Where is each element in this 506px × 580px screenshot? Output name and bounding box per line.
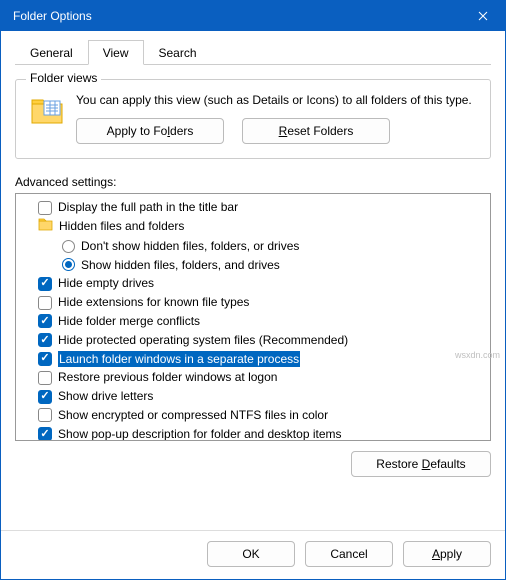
folder-views-group: Folder views You can apply thi (15, 79, 491, 159)
item-label: Hide empty drives (58, 275, 154, 292)
restore-defaults-button[interactable]: Restore Defaults (351, 451, 491, 477)
advanced-item-9[interactable]: Restore previous folder windows at logon (18, 368, 488, 387)
advanced-item-8[interactable]: Launch folder windows in a separate proc… (18, 350, 488, 369)
advanced-item-0[interactable]: Display the full path in the title bar (18, 198, 488, 217)
item-label: Show pop-up description for folder and d… (58, 426, 342, 441)
reset-folders-button[interactable]: Reset Folders (242, 118, 390, 144)
item-label: Hidden files and folders (59, 218, 184, 235)
window-title: Folder Options (13, 9, 92, 23)
apply-to-folders-button[interactable]: Apply to Folders (76, 118, 224, 144)
item-label: Hide extensions for known file types (58, 294, 249, 311)
advanced-item-3[interactable]: Show hidden files, folders, and drives (18, 256, 488, 275)
advanced-item-7[interactable]: Hide protected operating system files (R… (18, 331, 488, 350)
folder-options-window: Folder Options General View Search Folde… (0, 0, 506, 580)
item-label: Restore previous folder windows at logon (58, 369, 277, 386)
advanced-item-6[interactable]: Hide folder merge conflicts (18, 312, 488, 331)
tab-general[interactable]: General (15, 40, 88, 65)
checkbox-icon[interactable] (38, 352, 52, 366)
checkbox-icon[interactable] (38, 390, 52, 404)
folder-views-row: You can apply this view (such as Details… (30, 92, 476, 144)
item-label: Display the full path in the title bar (58, 199, 238, 216)
content-area: General View Search Folder views (1, 31, 505, 530)
advanced-item-12[interactable]: Show pop-up description for folder and d… (18, 425, 488, 441)
advanced-item-4[interactable]: Hide empty drives (18, 274, 488, 293)
item-label: Show hidden files, folders, and drives (81, 257, 280, 274)
cancel-button[interactable]: Cancel (305, 541, 393, 567)
checkbox-icon[interactable] (38, 333, 52, 347)
folder-icon (30, 96, 64, 126)
checkbox-icon[interactable] (38, 314, 52, 328)
tab-search[interactable]: Search (144, 40, 212, 65)
advanced-item-10[interactable]: Show drive letters (18, 387, 488, 406)
item-label: Show drive letters (58, 388, 153, 405)
checkbox-icon[interactable] (38, 277, 52, 291)
advanced-settings-label: Advanced settings: (15, 175, 491, 189)
checkbox-icon[interactable] (38, 408, 52, 422)
titlebar: Folder Options (1, 1, 505, 31)
radio-icon[interactable] (62, 240, 75, 253)
folder-views-description: You can apply this view (such as Details… (76, 92, 476, 108)
close-icon (478, 11, 488, 21)
advanced-item-1: Hidden files and folders (18, 217, 488, 237)
item-label: Don't show hidden files, folders, or dri… (81, 238, 299, 255)
radio-icon[interactable] (62, 258, 75, 271)
tab-view[interactable]: View (88, 40, 144, 65)
ok-button[interactable]: OK (207, 541, 295, 567)
advanced-item-2[interactable]: Don't show hidden files, folders, or dri… (18, 237, 488, 256)
apply-button[interactable]: Apply (403, 541, 491, 567)
checkbox-icon[interactable] (38, 296, 52, 310)
item-label: Hide protected operating system files (R… (58, 332, 348, 349)
item-label: Show encrypted or compressed NTFS files … (58, 407, 328, 424)
advanced-item-11[interactable]: Show encrypted or compressed NTFS files … (18, 406, 488, 425)
close-button[interactable] (461, 1, 505, 31)
advanced-item-5[interactable]: Hide extensions for known file types (18, 293, 488, 312)
advanced-settings-list[interactable]: Display the full path in the title bar Hi… (15, 193, 491, 441)
item-label: Launch folder windows in a separate proc… (58, 351, 300, 368)
folder-views-label: Folder views (26, 71, 101, 85)
item-label: Hide folder merge conflicts (58, 313, 200, 330)
dialog-footer: OK Cancel Apply (1, 530, 505, 579)
checkbox-icon[interactable] (38, 201, 52, 215)
folder-views-body: You can apply this view (such as Details… (76, 92, 476, 144)
checkbox-icon[interactable] (38, 427, 52, 441)
tab-strip: General View Search (15, 39, 491, 65)
checkbox-icon[interactable] (38, 371, 52, 385)
folder-icon (38, 218, 53, 236)
